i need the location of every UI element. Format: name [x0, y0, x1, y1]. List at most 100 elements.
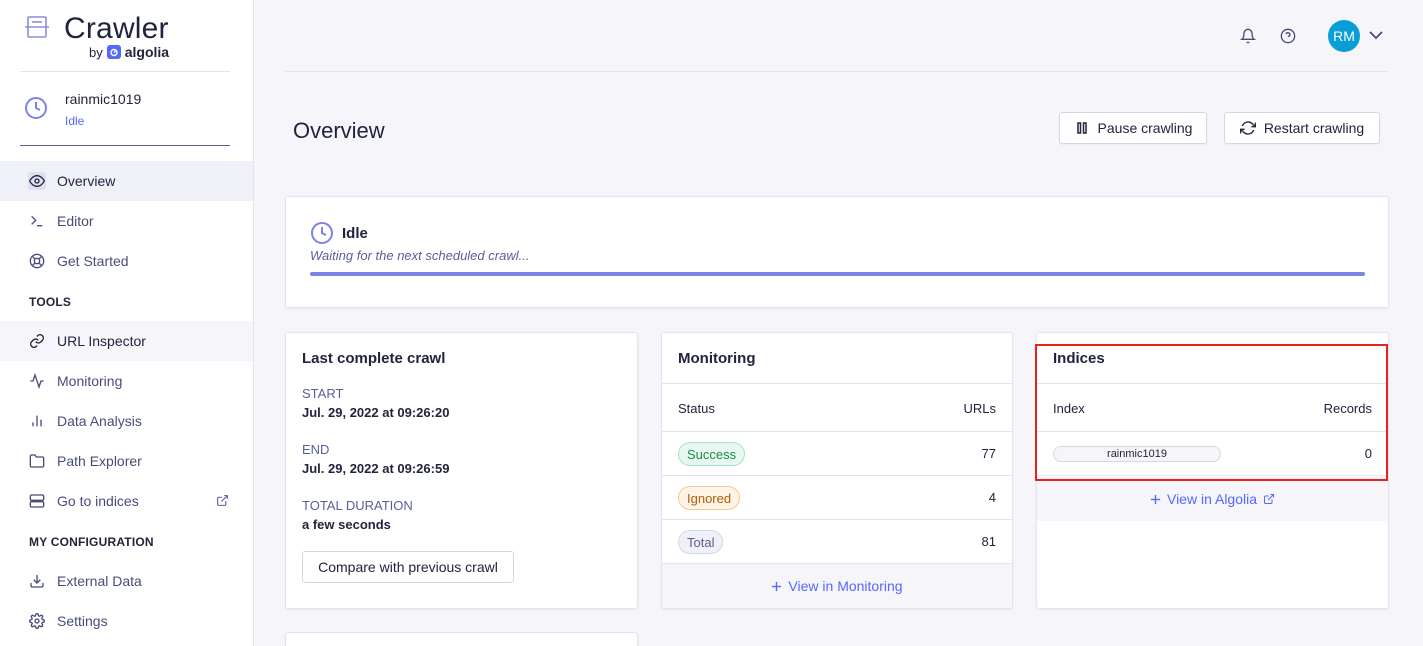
download-icon [28, 572, 46, 590]
crawl-status-title: Idle [342, 225, 368, 242]
sidebar-item-label: URL Inspector [57, 333, 146, 349]
indices-card: Indices Index Records rainmic1019 0 View… [1036, 332, 1389, 609]
crawler-logo-icon [25, 16, 49, 38]
crawler-name: rainmic1019 [65, 91, 142, 107]
sidebar-item-label: Overview [57, 173, 116, 189]
eye-icon [28, 172, 46, 190]
page-title: Overview [293, 118, 385, 143]
end-value: Jul. 29, 2022 at 09:26:59 [302, 461, 450, 476]
sidebar-item-label: Settings [57, 613, 108, 629]
column-header-urls: URLs [963, 401, 996, 416]
sidebar-item-settings[interactable]: Settings [0, 601, 253, 641]
table-row[interactable]: Total 81 [662, 520, 1012, 564]
restart-crawling-button[interactable]: Restart crawling [1224, 112, 1380, 144]
sidebar-item-label: Get Started [57, 253, 129, 269]
sidebar-item-label: Data Analysis [57, 413, 142, 429]
link-label: View in Monitoring [788, 578, 903, 594]
section-label-my-configuration: MY CONFIGURATION [29, 535, 154, 549]
view-in-algolia-link[interactable]: View in Algolia [1037, 477, 1388, 521]
plus-icon [772, 581, 782, 591]
pause-crawling-button[interactable]: Pause crawling [1059, 112, 1207, 144]
sidebar-item-label: Path Explorer [57, 453, 142, 469]
duration-value: a few seconds [302, 517, 391, 532]
help-icon[interactable] [1280, 28, 1296, 44]
avatar[interactable]: RM [1328, 20, 1360, 52]
monitoring-card: Monitoring Status URLs Success 77 Ignore… [661, 332, 1013, 609]
sidebar-item-label: External Data [57, 573, 142, 589]
terminal-icon [28, 212, 46, 230]
sidebar-item-label: Monitoring [57, 373, 123, 389]
sidebar-item-label: Go to indices [57, 493, 139, 509]
bar-chart-icon [28, 412, 46, 430]
start-value: Jul. 29, 2022 at 09:26:20 [302, 405, 450, 420]
server-icon [28, 492, 46, 510]
brand-title: Crawler [64, 12, 169, 45]
sidebar-item-url-inspector[interactable]: URL Inspector [0, 321, 253, 361]
clock-icon [311, 222, 333, 244]
url-count: 4 [988, 490, 996, 505]
crawl-status-card: Idle Waiting for the next scheduled craw… [285, 196, 1389, 308]
duration-label: TOTAL DURATION [302, 498, 413, 513]
status-badge-success: Success [678, 442, 746, 466]
table-header: Status URLs [662, 383, 1012, 432]
brand-by-text: by [89, 44, 103, 60]
sidebar-item-data-analysis[interactable]: Data Analysis [0, 401, 253, 441]
crawl-progress-fill [310, 272, 1365, 276]
sidebar-item-label: Editor [57, 213, 94, 229]
compare-crawl-button[interactable]: Compare with previous crawl [302, 551, 514, 583]
sidebar: Crawler by algolia rainmic1019 Idle Over… [0, 0, 254, 646]
link-label: View in Algolia [1166, 491, 1258, 507]
crawl-status-subtitle: Waiting for the next scheduled crawl... [310, 248, 530, 263]
url-count: 81 [981, 534, 996, 549]
restart-crawling-label: Restart crawling [1263, 120, 1365, 136]
gear-icon [28, 612, 46, 630]
crawler-status: Idle [65, 114, 85, 128]
status-badge-ignored: Ignored [678, 486, 741, 510]
bell-icon[interactable] [1240, 28, 1256, 44]
view-in-monitoring-link[interactable]: View in Monitoring [662, 564, 1012, 608]
column-header-status: Status [678, 401, 715, 416]
crawler-selector[interactable]: rainmic1019 Idle [20, 80, 230, 146]
external-link-icon [1264, 494, 1275, 504]
activity-icon [28, 372, 46, 390]
card-title: Indices [1053, 350, 1105, 367]
last-complete-crawl-card: Last complete crawl START Jul. 29, 2022 … [285, 332, 638, 609]
folder-icon [28, 452, 46, 470]
plus-icon [1150, 494, 1161, 504]
section-label-tools: TOOLS [29, 295, 72, 309]
chevron-down-icon[interactable] [1368, 29, 1384, 41]
card-title: Last complete crawl [302, 350, 446, 367]
sidebar-item-external-data[interactable]: External Data [0, 561, 253, 601]
end-label: END [302, 442, 330, 457]
index-name-pill[interactable]: rainmic1019 [1053, 446, 1221, 462]
column-header-index: Index [1053, 401, 1085, 416]
start-label: START [302, 386, 344, 401]
brand-logo[interactable]: Crawler by algolia [24, 12, 230, 72]
divider [20, 71, 230, 72]
clock-icon [25, 97, 47, 119]
sidebar-item-monitoring[interactable]: Monitoring [0, 361, 253, 401]
pause-icon [1074, 120, 1090, 136]
sidebar-item-path-explorer[interactable]: Path Explorer [0, 441, 253, 481]
refresh-icon [1239, 120, 1256, 136]
sidebar-item-editor[interactable]: Editor [0, 201, 253, 241]
table-row[interactable]: Ignored 4 [662, 476, 1012, 520]
partial-card [285, 632, 638, 646]
lifebuoy-icon [28, 252, 46, 270]
table-row[interactable]: rainmic1019 0 [1037, 432, 1388, 476]
table-row[interactable]: Success 77 [662, 432, 1012, 476]
external-link-icon [217, 495, 228, 506]
sidebar-item-go-to-indices[interactable]: Go to indices [0, 481, 253, 521]
table-header: Index Records [1037, 383, 1388, 432]
sidebar-item-overview[interactable]: Overview [0, 161, 253, 201]
sidebar-item-get-started[interactable]: Get Started [0, 241, 253, 281]
pause-crawling-label: Pause crawling [1097, 120, 1193, 136]
card-title: Monitoring [678, 350, 756, 367]
url-count: 77 [981, 446, 996, 461]
column-header-records: Records [1323, 401, 1372, 416]
link-icon [28, 332, 46, 350]
header-divider [285, 71, 1389, 72]
brand-byline: by algolia [89, 44, 169, 60]
algolia-icon [106, 45, 121, 59]
record-count: 0 [1364, 446, 1372, 461]
